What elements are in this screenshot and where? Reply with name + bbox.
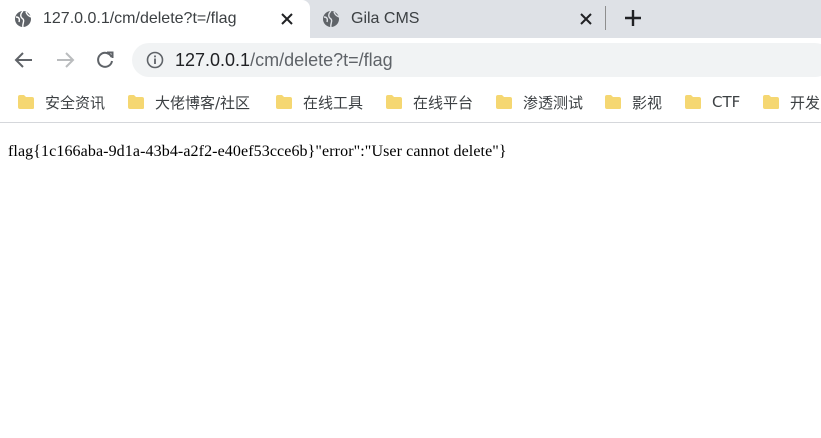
bookmark-label: 安全资讯 [45,93,106,112]
bookmark-label: CTF [712,93,741,111]
tab-strip: 127.0.0.1/cm/delete?t=/flag Gila CMS [0,0,821,38]
reload-button[interactable] [93,48,117,72]
bookmark-label: 渗透测试 [523,93,584,112]
bookmark-label: 大佬博客/社区 [155,93,251,112]
arrow-left-icon [14,52,32,68]
forward-button[interactable] [53,48,77,72]
folder-icon [128,95,144,109]
new-tab-button[interactable] [621,6,645,30]
back-button[interactable] [12,48,36,72]
folder-icon [763,95,779,109]
url-host: 127.0.0.1 [175,50,251,70]
address-bar[interactable]: 127.0.0.1/cm/delete?t=/flag [132,43,821,77]
folder-icon [496,95,512,109]
bookmark-folder[interactable]: 在线工具 [275,90,363,114]
bookmark-folder[interactable]: 渗透测试 [495,90,583,114]
info-icon[interactable] [146,51,164,69]
bookmark-folder[interactable]: 大佬博客/社区 [127,90,250,114]
bookmark-folder[interactable]: CTF [684,90,740,114]
page-body-text: flag{1c166aba-9d1a-43b4-a2f2-e40ef53cce6… [8,143,507,160]
bookmark-label: 影视 [632,93,663,112]
toolbar-divider [0,122,821,123]
bookmark-folder[interactable]: 安全资讯 [17,90,105,114]
toolbar: 127.0.0.1/cm/delete?t=/flag [0,38,821,82]
bookmark-folder[interactable]: 在线平台 [385,90,473,114]
bookmark-label: 在线平台 [413,93,474,112]
folder-icon [605,95,621,109]
tab-active[interactable]: 127.0.0.1/cm/delete?t=/flag [0,0,310,38]
folder-icon [18,95,34,109]
bookmarks-bar: 安全资讯 大佬博客/社区 在线工具 在线平台 渗透测试 影视 CTF 开发 [0,82,821,122]
tab-gila-cms[interactable]: Gila CMS [310,0,606,38]
globe-icon [323,10,340,28]
arrow-right-icon [57,52,75,68]
folder-icon [685,95,701,109]
bookmark-label: 在线工具 [303,93,364,112]
folder-icon [386,95,402,109]
bookmark-folder[interactable]: 影视 [604,90,662,114]
folder-icon [276,95,292,109]
url-text: 127.0.0.1/cm/delete?t=/flag [175,50,393,70]
close-icon[interactable] [277,9,297,29]
bookmark-folder[interactable]: 开发 [762,90,820,114]
tab-separator [605,6,606,30]
tab-title: 127.0.0.1/cm/delete?t=/flag [43,10,237,27]
close-icon[interactable] [576,9,596,29]
globe-icon [15,10,32,28]
plus-icon [625,10,641,26]
url-path: /cm/delete?t=/flag [250,50,393,70]
reload-icon [97,51,114,68]
bookmark-label: 开发 [790,93,821,112]
tab-title: Gila CMS [351,10,420,27]
